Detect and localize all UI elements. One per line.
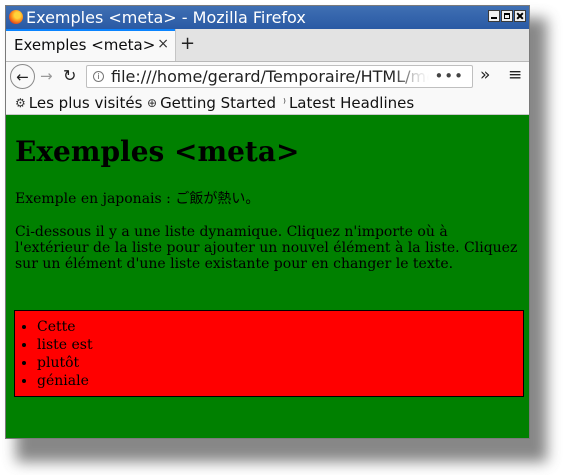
tab-close-icon[interactable]: × [157, 36, 169, 52]
bookmarks-toolbar: ⚙ Les plus visités ⊕ Getting Started ⁾ L… [6, 92, 529, 115]
toolbar-overflow-button[interactable]: » [480, 65, 490, 85]
reload-button[interactable]: ↻ [63, 66, 76, 85]
navigation-toolbar: ← → ↻ i file:///home/gerard/Temporaire/H… [6, 62, 529, 92]
page-heading: Exemples <meta> [15, 135, 300, 168]
page-actions-button[interactable]: ••• [434, 67, 464, 85]
forward-button[interactable]: → [40, 67, 53, 85]
tab-exemples-meta[interactable]: Exemples <meta> × [6, 29, 176, 61]
window-controls [488, 10, 526, 22]
back-arrow-icon: ← [16, 67, 29, 86]
back-button[interactable]: ← [10, 64, 35, 89]
url-text[interactable]: file:///home/gerard/Temporaire/HTML/meta [111, 67, 429, 86]
minimize-button[interactable] [488, 10, 500, 22]
title-bar[interactable]: Exemples <meta> - Mozilla Firefox [6, 6, 529, 29]
bookmark-latest-headlines[interactable]: ⁾ Latest Headlines [283, 94, 414, 112]
window-title: Exemples <meta> - Mozilla Firefox [26, 8, 306, 27]
list-item[interactable]: Cette [37, 318, 523, 336]
firefox-logo-icon [9, 10, 23, 24]
bookmark-label: Les plus visités [28, 94, 143, 112]
japanese-example-text: Exemple en japonais : ご飯が熱い。 [15, 191, 260, 207]
maximize-button[interactable] [501, 10, 513, 22]
bookmark-les-plus-visites[interactable]: ⚙ Les plus visités [15, 94, 142, 112]
rss-icon: ⁾ [283, 96, 286, 110]
browser-window: Exemples <meta> - Mozilla Firefox Exempl… [5, 5, 530, 439]
dynamic-list[interactable]: Cette liste est plutôt géniale [14, 310, 524, 397]
close-window-button[interactable] [514, 10, 526, 22]
tab-title: Exemples <meta> [14, 36, 156, 54]
url-bar[interactable]: i file:///home/gerard/Temporaire/HTML/me… [86, 65, 473, 88]
bookmark-label: Getting Started [160, 94, 277, 112]
list-item[interactable]: liste est [37, 336, 523, 354]
gear-icon: ⚙ [15, 96, 26, 110]
list-item[interactable]: plutôt [37, 354, 523, 372]
new-tab-button[interactable]: + [180, 33, 195, 54]
instructions-text: Ci-dessous il y a une liste dynamique. C… [15, 224, 518, 272]
hamburger-menu-button[interactable]: ≡ [508, 65, 522, 85]
tab-strip: Exemples <meta> × + [6, 29, 529, 62]
bookmark-label: Latest Headlines [288, 94, 415, 112]
globe-icon: ⊕ [147, 96, 158, 110]
bookmark-getting-started[interactable]: ⊕ Getting Started [147, 94, 276, 112]
page-content[interactable]: Exemples <meta> Exemple en japonais : ご飯… [6, 115, 529, 438]
list-item[interactable]: géniale [37, 372, 523, 390]
site-info-icon[interactable]: i [93, 71, 104, 82]
